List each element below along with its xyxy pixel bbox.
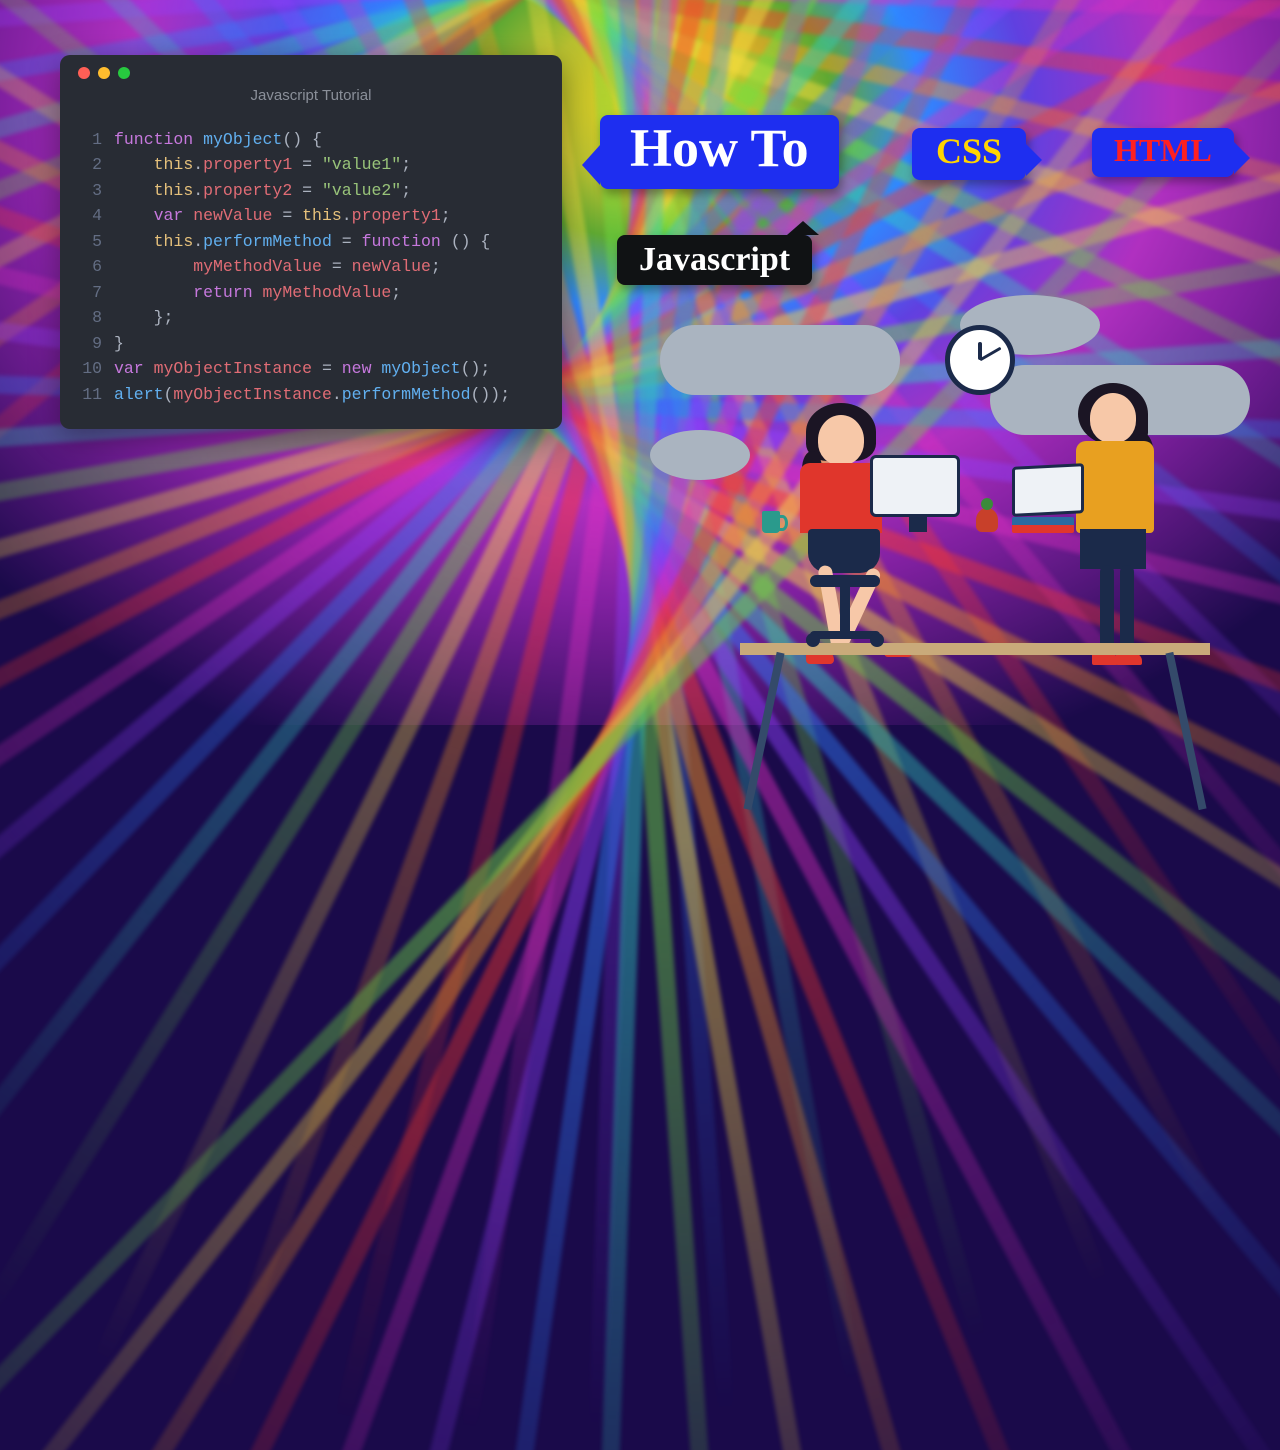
- minimize-icon: [98, 67, 110, 79]
- code-line: 3 this.property2 = "value2";: [78, 178, 544, 204]
- code-content: myMethodValue = newValue;: [114, 254, 441, 280]
- code-line: 2 this.property1 = "value1";: [78, 152, 544, 178]
- monitor-icon: [870, 455, 960, 517]
- illustration: [640, 265, 1260, 705]
- window-controls: [78, 67, 544, 79]
- maximize-icon: [118, 67, 130, 79]
- line-number: 4: [78, 203, 102, 229]
- books-icon: [1012, 517, 1074, 533]
- code-line: 7 return myMethodValue;: [78, 280, 544, 306]
- code-line: 10 var myObjectInstance = new myObject();: [78, 356, 544, 382]
- line-number: 1: [78, 127, 102, 153]
- code-content: this.performMethod = function () {: [114, 229, 490, 255]
- code-content: this.property1 = "value1";: [114, 152, 411, 178]
- clock-icon: [945, 325, 1015, 395]
- person-skirt: [808, 529, 880, 573]
- code-line: 6 myMethodValue = newValue;: [78, 254, 544, 280]
- line-number: 11: [78, 382, 102, 408]
- person-head: [818, 415, 864, 465]
- html-badge: HTML: [1092, 128, 1234, 177]
- code-content: var newValue = this.property1;: [114, 203, 451, 229]
- line-number: 7: [78, 280, 102, 306]
- code-window-title: Javascript Tutorial: [78, 83, 544, 109]
- line-number: 2: [78, 152, 102, 178]
- mug-icon: [762, 511, 780, 533]
- code-content: var myObjectInstance = new myObject();: [114, 356, 490, 382]
- code-content: alert(myObjectInstance.performMethod());: [114, 382, 510, 408]
- code-content: return myMethodValue;: [114, 280, 401, 306]
- chair-base: [810, 631, 880, 639]
- laptop-icon: [1012, 463, 1084, 517]
- code-line: 8 };: [78, 305, 544, 331]
- code-line: 4 var newValue = this.property1;: [78, 203, 544, 229]
- line-number: 5: [78, 229, 102, 255]
- css-badge: CSS: [912, 128, 1026, 180]
- code-line: 9}: [78, 331, 544, 357]
- person-torso: [1076, 441, 1154, 533]
- code-line: 11 alert(myObjectInstance.performMethod()…: [78, 382, 544, 408]
- close-icon: [78, 67, 90, 79]
- line-number: 3: [78, 178, 102, 204]
- code-content: }: [114, 331, 124, 357]
- line-number: 9: [78, 331, 102, 357]
- person-head: [1090, 393, 1136, 443]
- line-number: 10: [78, 356, 102, 382]
- cloud-shape: [650, 430, 750, 480]
- code-line: 1 function myObject() {: [78, 127, 544, 153]
- cloud-shape: [660, 325, 900, 395]
- code-editor-window: Javascript Tutorial 1 function myObject()…: [60, 55, 562, 429]
- code-content: this.property2 = "value2";: [114, 178, 411, 204]
- person-skirt: [1080, 529, 1146, 569]
- howto-badge: How To: [600, 115, 839, 189]
- code-line: 5 this.performMethod = function () {: [78, 229, 544, 255]
- chair: [810, 575, 880, 587]
- plant-icon: [976, 508, 998, 532]
- code-content: };: [114, 305, 173, 331]
- code-content: function myObject() {: [114, 127, 322, 153]
- line-number: 6: [78, 254, 102, 280]
- line-number: 8: [78, 305, 102, 331]
- code-body: 1function myObject() {2 this.property1 =…: [78, 127, 544, 408]
